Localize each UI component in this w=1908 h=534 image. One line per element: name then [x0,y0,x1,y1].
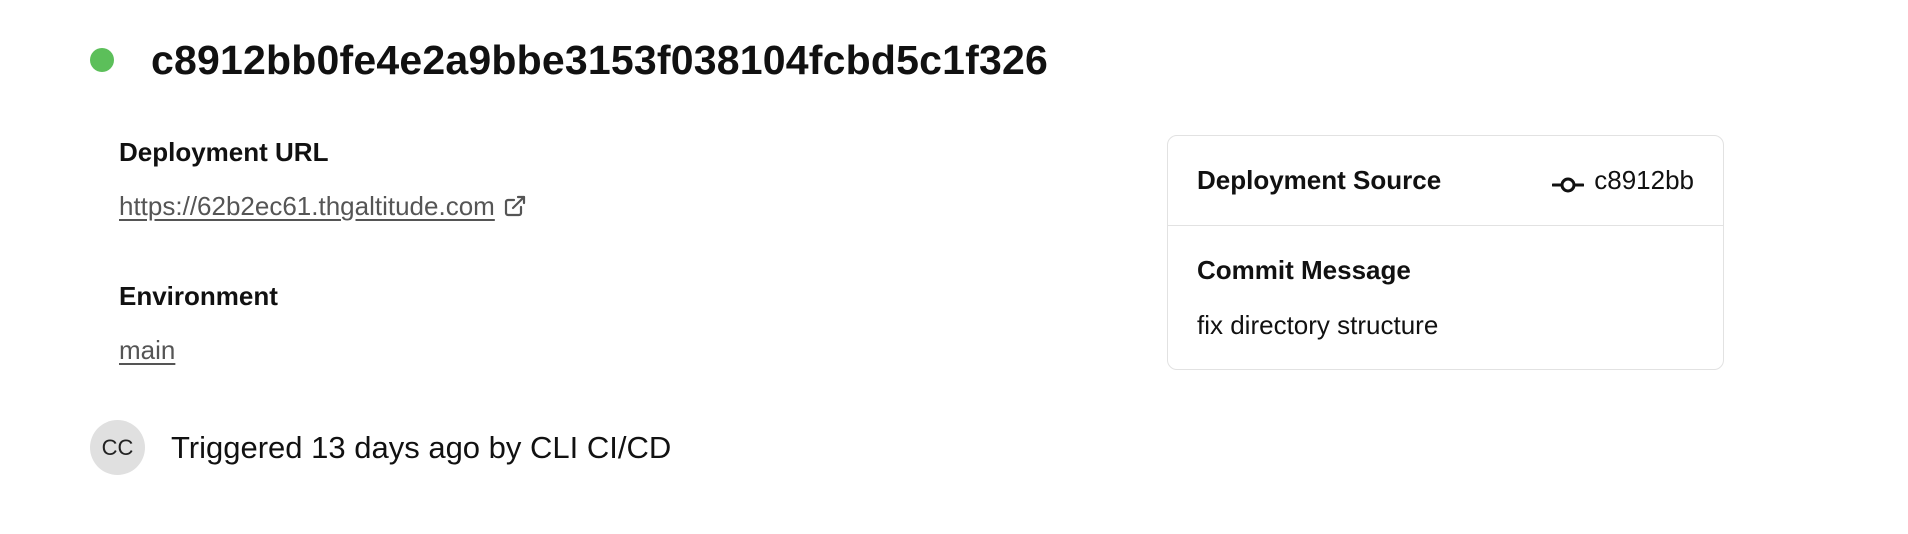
page-title: c8912bb0fe4e2a9bbe3153f038104fcbd5c1f326 [151,37,1048,83]
deployment-url-link[interactable]: https://62b2ec61.thgaltitude.com [119,190,495,222]
commit-message-section: Commit Message fix directory structure [1168,226,1723,341]
commit-message-text: fix directory structure [1197,310,1439,340]
external-link-icon[interactable] [503,194,527,218]
deployment-source-header: Deployment Source c8912bb [1168,136,1723,226]
environment-label: Environment [119,281,278,311]
deployment-source-card: Deployment Source c8912bb Commit Message… [1167,135,1724,370]
environment-link[interactable]: main [119,334,175,366]
commit-message-label: Commit Message [1197,255,1411,285]
short-commit-hash: c8912bb [1594,165,1694,195]
deployment-url-label: Deployment URL [119,137,329,167]
deployment-source-label: Deployment Source [1197,165,1442,195]
git-commit-icon [1551,171,1585,192]
avatar: CC [90,420,145,475]
commit-ref[interactable]: c8912bb [1551,165,1694,196]
deployment-url-row: https://62b2ec61.thgaltitude.com [119,190,527,222]
trigger-text: Triggered 13 days ago by CLI CI/CD [171,430,672,465]
status-dot [90,48,114,72]
